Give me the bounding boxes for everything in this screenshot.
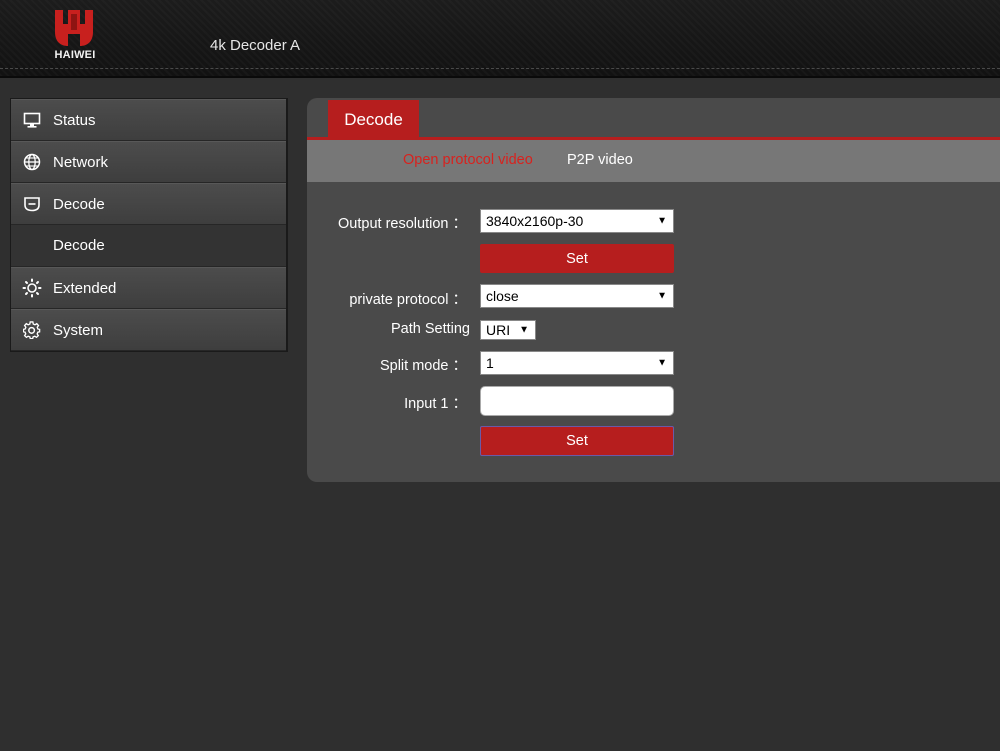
chevron-down-icon: ▼ (519, 324, 529, 336)
decoder-icon (11, 196, 53, 212)
split-mode-label: Split mode ： (379, 358, 467, 374)
subtab-bar: Open protocol video P2P video (307, 140, 1000, 182)
sidebar-item-decode[interactable]: Decode (11, 183, 286, 225)
split-mode-select[interactable]: 1 ▼ (480, 351, 674, 375)
sidebar-item-label: Network (53, 153, 109, 171)
subtab-open-protocol-video[interactable]: Open protocol video (403, 152, 533, 168)
brand-logo-mark (55, 10, 93, 46)
brand-logo: HAIWEI (48, 8, 102, 64)
gear-icon (11, 321, 53, 339)
path-setting-value: URI (486, 322, 511, 338)
output-resolution-select[interactable]: 3840x2160p-30 ▼ (480, 209, 674, 233)
app-title: 4k Decoder A (210, 37, 301, 54)
input1-field[interactable] (480, 386, 674, 416)
chevron-down-icon: ▼ (657, 357, 667, 369)
sidebar-item-label: System (53, 321, 104, 339)
brand-name: HAIWEI (54, 49, 96, 61)
decode-panel: Decode Open protocol video P2P video Out… (307, 98, 1000, 482)
path-setting-label: Path Setting (391, 321, 470, 337)
chevron-down-icon: ▼ (657, 215, 667, 227)
globe-icon (11, 153, 53, 171)
subtab-p2p-video[interactable]: P2P video (567, 152, 633, 168)
monitor-icon (11, 112, 53, 128)
panel-header: Decode (307, 98, 1000, 140)
split-mode-value: 1 (486, 355, 494, 371)
private-protocol-value: close (486, 288, 519, 304)
chevron-down-icon: ▼ (657, 290, 667, 302)
path-setting-select[interactable]: URI ▼ (480, 320, 536, 340)
sidebar-item-extended[interactable]: Extended (11, 267, 286, 309)
sidebar-item-label: Extended (53, 279, 117, 297)
set-resolution-button[interactable]: Set (480, 244, 674, 273)
header-divider (0, 68, 1000, 69)
sidebar-item-label: Decode (53, 195, 105, 213)
private-protocol-select[interactable]: close ▼ (480, 284, 674, 308)
sidebar-item-status[interactable]: Status (11, 99, 286, 141)
sun-gear-icon (11, 278, 53, 298)
sidebar-nav: Status Network Decode Decode Extended Sy… (10, 98, 288, 352)
set-input-button[interactable]: Set (480, 426, 674, 456)
input1-label: Input 1 ： (404, 396, 467, 412)
sidebar-item-network[interactable]: Network (11, 141, 286, 183)
top-header: HAIWEI 4k Decoder A (0, 0, 1000, 78)
sidebar-item-label: Status (53, 111, 96, 129)
sidebar-item-system[interactable]: System (11, 309, 286, 351)
output-resolution-label: Output resolution ： (338, 216, 467, 232)
private-protocol-label: private protocol ： (349, 292, 467, 308)
output-resolution-value: 3840x2160p-30 (486, 213, 584, 229)
sidebar-subitem-decode[interactable]: Decode (11, 225, 286, 267)
tab-decode[interactable]: Decode (328, 100, 419, 140)
